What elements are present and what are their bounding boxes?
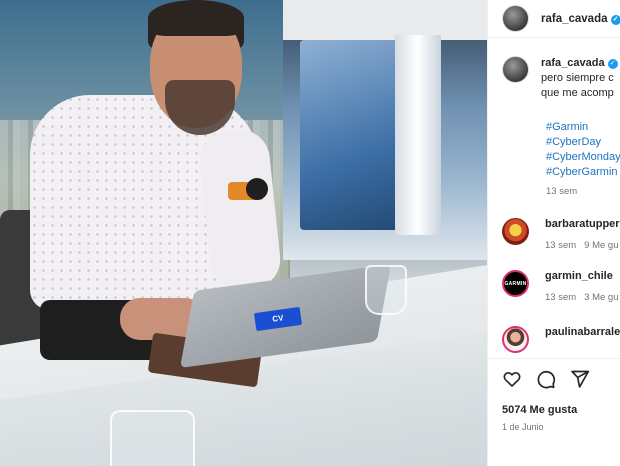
- post-side-panel: rafa_cavada ✓ rafa_cavada ✓ pero siempre c…: [487, 0, 620, 466]
- studio-ceiling: [283, 0, 487, 40]
- comment-item: paulinabarrale: [502, 326, 620, 353]
- action-icons: [502, 369, 590, 389]
- hashtag-link[interactable]: #Garmin: [546, 120, 620, 135]
- comment-age: 13 sem: [545, 240, 577, 251]
- garmin-logo-text: GARMIN: [504, 280, 527, 287]
- heart-icon[interactable]: [502, 369, 522, 389]
- comment-meta: 13 sem 9 Me gu: [545, 240, 620, 251]
- comment-item: barbaratupper 13 sem 9 Me gu: [502, 218, 620, 251]
- hashtag-link[interactable]: #CyberDay: [546, 135, 620, 150]
- hashtag-link[interactable]: #CyberMonday: [546, 150, 620, 165]
- likes-count[interactable]: 5074 Me gusta: [502, 404, 577, 416]
- share-icon[interactable]: [570, 369, 590, 389]
- water-glass: [365, 265, 407, 315]
- author-username[interactable]: rafa_cavada ✓: [541, 13, 620, 25]
- comment-icon[interactable]: [536, 369, 556, 389]
- post-date: 1 de Junio: [502, 422, 544, 432]
- verified-badge-icon: ✓: [610, 14, 620, 25]
- comment-username[interactable]: paulinabarrale: [545, 326, 620, 338]
- post-actions: 5074 Me gusta 1 de Junio: [488, 358, 620, 466]
- caption-text: rafa_cavada ✓ pero siempre c que me acomp: [541, 56, 618, 101]
- caption: rafa_cavada ✓ pero siempre c que me acomp: [502, 56, 620, 101]
- post-header: rafa_cavada ✓: [488, 0, 620, 38]
- comment-avatar[interactable]: [502, 218, 529, 245]
- caption-line-1: pero siempre c: [541, 72, 614, 84]
- man-hair-top: [148, 0, 244, 36]
- watch-face: [246, 178, 268, 200]
- studio-pillar: [395, 35, 441, 235]
- post-photo[interactable]: CV: [0, 0, 487, 466]
- comment-avatar[interactable]: GARMIN: [502, 270, 529, 297]
- comment-item: GARMIN garmin_chile 13 sem 3 Me gu: [502, 270, 620, 303]
- caption-verified-icon: ✓: [607, 59, 618, 69]
- comment-username[interactable]: garmin_chile: [545, 270, 618, 282]
- comment-likes[interactable]: 3 Me gu: [584, 292, 618, 303]
- comment-age: 13 sem: [545, 292, 577, 303]
- comment-avatar[interactable]: [502, 326, 529, 353]
- author-avatar[interactable]: [502, 5, 529, 32]
- water-glass-foreground: [110, 410, 195, 466]
- comment-username[interactable]: barbaratupper: [545, 218, 620, 230]
- comment-meta: 13 sem 3 Me gu: [545, 292, 618, 303]
- caption-username[interactable]: rafa_cavada: [541, 57, 605, 69]
- hashtag-list: #Garmin #CyberDay #CyberMonday #CyberGar…: [546, 120, 620, 180]
- hashtag-link[interactable]: #CyberGarmin: [546, 165, 620, 180]
- author-username-text[interactable]: rafa_cavada: [541, 13, 608, 25]
- comment-likes[interactable]: 9 Me gu: [584, 240, 618, 251]
- caption-line-2: que me acomp: [541, 87, 614, 99]
- caption-avatar[interactable]: [502, 56, 529, 83]
- caption-age: 13 sem: [546, 186, 578, 197]
